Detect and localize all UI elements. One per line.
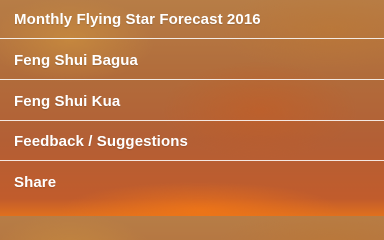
menu-item-label: Share [14,174,57,191]
menu-item-monthly-flying-star-forecast[interactable]: Monthly Flying Star Forecast 2016 [0,0,384,39]
menu-item-label: Feng Shui Kua [14,92,121,110]
menu-item-feng-shui-kua[interactable]: Feng Shui Kua [0,82,384,121]
menu-item-feedback-suggestions[interactable]: Feedback / Suggestions [0,122,384,161]
menu-item-label: Monthly Flying Star Forecast 2016 [14,10,261,28]
menu-item-feng-shui-bagua[interactable]: Feng Shui Bagua [0,41,384,80]
menu-item-label: Feng Shui Bagua [14,51,139,69]
menu-item-label: Feedback / Suggestions [14,132,188,150]
navigation-menu: Monthly Flying Star Forecast 2016 Feng S… [0,0,384,216]
menu-item-share[interactable]: Share [0,163,384,202]
